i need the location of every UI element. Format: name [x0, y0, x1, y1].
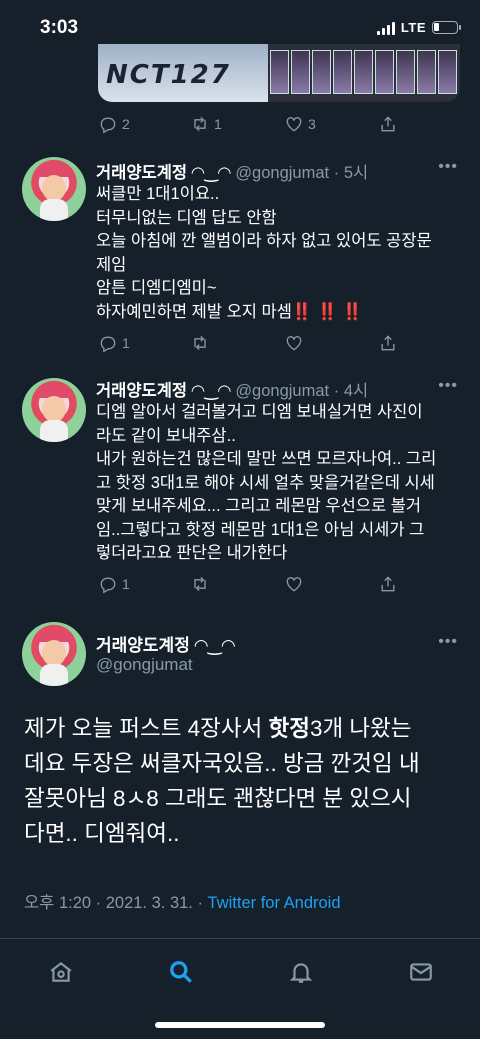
like-button[interactable] [284, 333, 304, 353]
avatar[interactable] [22, 157, 86, 221]
tweet-body: 디엠 알아서 걸러볼거고 디엠 보내실거면 사진이 라도 같이 보내주삼.. 내… [96, 403, 437, 562]
mail-icon [410, 963, 432, 981]
avatar[interactable] [22, 378, 86, 442]
reply-icon [100, 117, 116, 134]
tweet-actions: 1 [98, 333, 398, 357]
tweet-body: 써클만 1대1이요.. 터무니없는 디엠 답도 안함 오늘 아침에 깐 앨범이라… [96, 185, 432, 321]
retweet-icon [194, 576, 206, 592]
tweet-metadata: 오후 1:20 · 2021. 3. 31. · Twitter for And… [24, 889, 341, 913]
album-cover: NCT127 [98, 44, 268, 102]
like-button[interactable] [284, 574, 304, 594]
share-icon [381, 116, 395, 132]
avatar[interactable] [22, 622, 86, 686]
more-options-icon[interactable]: ••• [438, 633, 458, 651]
retweet-icon [194, 335, 206, 351]
retweet-button[interactable] [190, 333, 210, 353]
tab-notifications[interactable] [286, 957, 316, 987]
tab-search[interactable] [166, 957, 196, 987]
tweet-header: 거래양도계정 ◠‿◠ @gongjumat · 5시 [96, 159, 368, 183]
bell-icon [289, 963, 313, 983]
retweet-button[interactable] [190, 574, 210, 594]
reply-icon [100, 336, 116, 353]
emphasis-marks: ‼️ ‼️ ‼️ [291, 302, 363, 321]
handle[interactable]: @gongjumat [235, 382, 329, 400]
tweet-actions: 2 1 3 [98, 114, 398, 138]
separator: · [333, 382, 340, 400]
tweet-time: 5시 [343, 164, 369, 182]
photocard-strip [270, 50, 457, 94]
handle[interactable]: @gongjumat [235, 164, 329, 182]
share-button[interactable] [378, 114, 398, 134]
more-options-icon[interactable]: ••• [438, 158, 458, 176]
share-button[interactable] [378, 574, 398, 594]
signal-icon [376, 21, 395, 35]
separator: · [333, 164, 340, 182]
display-name[interactable]: 거래양도계정 ◠‿◠ [96, 382, 231, 400]
tweet-actions: 1 [98, 574, 398, 598]
status-indicators: LTE [376, 20, 461, 35]
reply-button[interactable]: 2 [98, 114, 130, 134]
display-name[interactable]: 거래양도계정 ◠‿◠ [96, 631, 235, 656]
display-name[interactable]: 거래양도계정 ◠‿◠ [96, 164, 231, 182]
like-button[interactable]: 3 [284, 114, 316, 134]
heart-icon [286, 336, 302, 351]
status-time: 3:03 [40, 17, 79, 38]
tweet-media-image[interactable]: NCT127 [98, 44, 460, 102]
heart-icon [286, 117, 302, 132]
main-tweet-body: 제가 오늘 퍼스트 4장사서 핫정3개 나왔는 데요 두장은 써클자국있음.. … [24, 716, 420, 846]
share-icon [381, 335, 395, 351]
source-link[interactable]: Twitter for Android [208, 894, 341, 912]
home-icon [50, 961, 72, 982]
more-options-icon[interactable]: ••• [438, 377, 458, 395]
tweet-header: 거래양도계정 ◠‿◠ @gongjumat · 4시 [96, 377, 368, 401]
battery-icon [432, 21, 461, 34]
retweet-button[interactable]: 1 [190, 114, 222, 134]
share-button[interactable] [378, 333, 398, 353]
tweet-time: 4시 [343, 382, 369, 400]
retweet-icon [194, 116, 206, 132]
share-icon [381, 576, 395, 592]
handle[interactable]: @gongjumat [96, 655, 193, 675]
reply-icon [100, 577, 116, 594]
heart-icon [286, 577, 302, 592]
tab-home[interactable] [46, 957, 76, 987]
network-label: LTE [400, 20, 426, 35]
album-logo: NCT127 [106, 60, 231, 90]
reply-button[interactable]: 1 [98, 574, 130, 594]
search-icon [170, 961, 192, 983]
timestamp: 오후 1:20 · 2021. 3. 31. · [24, 894, 208, 912]
reply-button[interactable]: 1 [98, 333, 130, 353]
tab-messages[interactable] [406, 957, 436, 987]
home-indicator [155, 1022, 325, 1028]
